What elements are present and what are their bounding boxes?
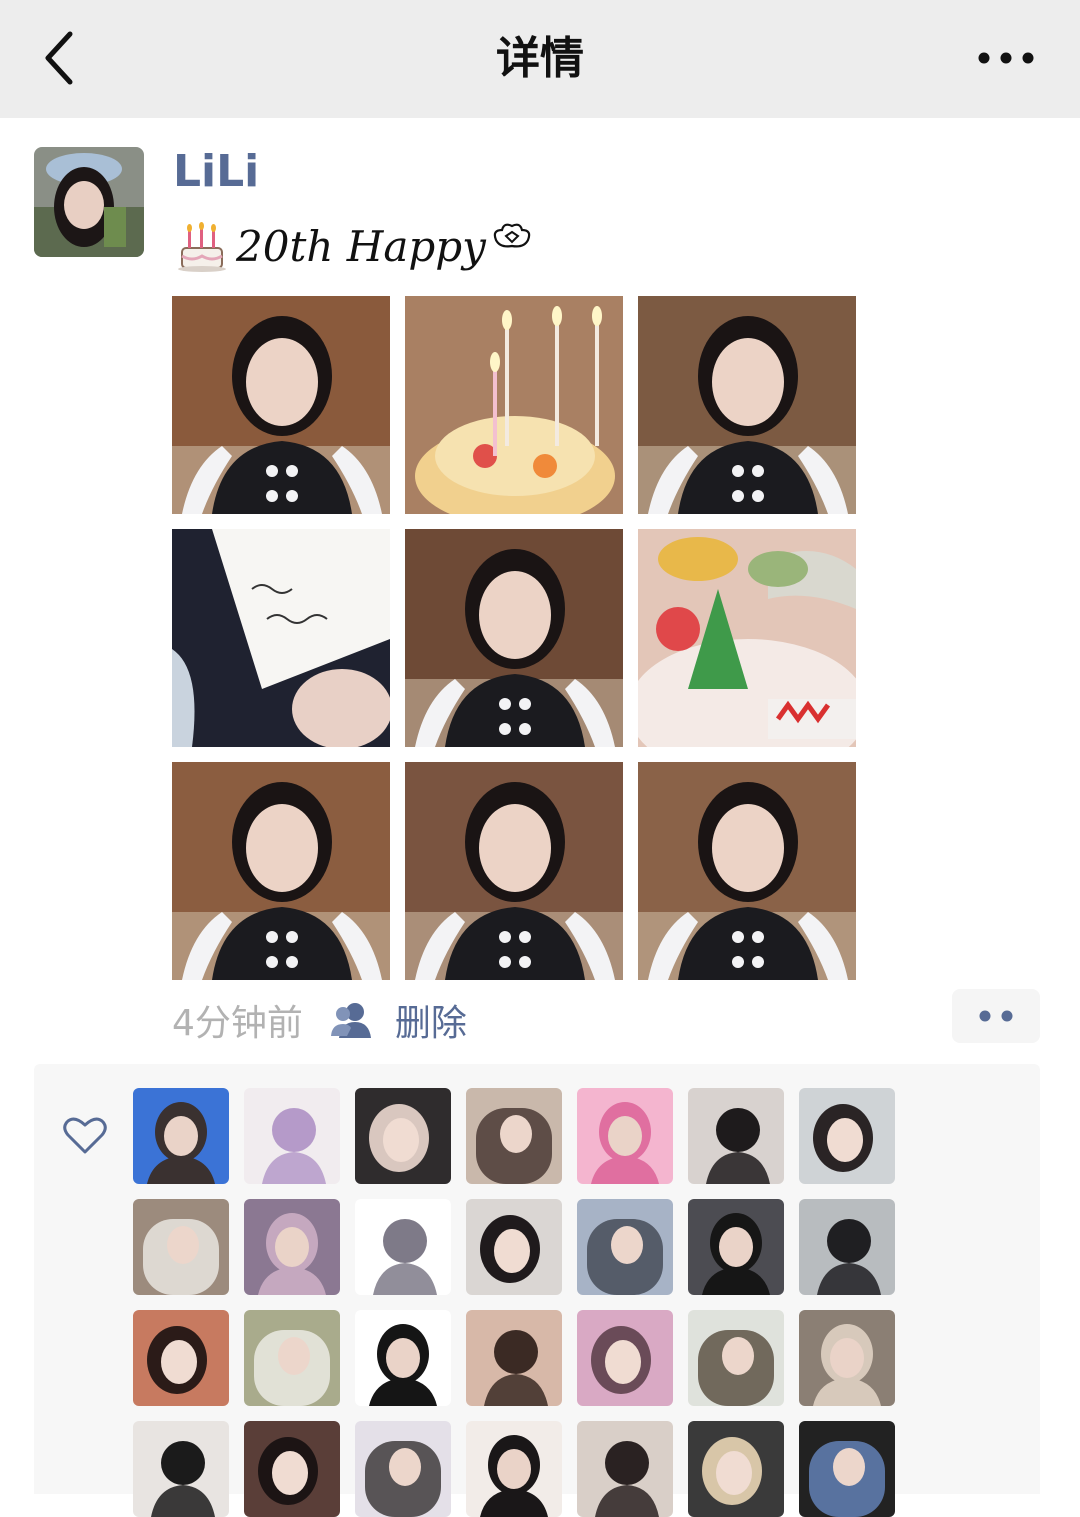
author-avatar[interactable] (34, 147, 144, 257)
liker-avatar[interactable] (688, 1421, 784, 1517)
top-nav-bar: 详情 (0, 0, 1080, 118)
liker-avatar-image (244, 1310, 340, 1406)
likers-grid (133, 1088, 895, 1517)
liker-avatar-image (688, 1310, 784, 1406)
liker-avatar[interactable] (466, 1088, 562, 1184)
flower-outline-icon (493, 223, 531, 248)
photo-handwritten-card-image (172, 529, 390, 747)
post-caption: 20th Happy (174, 215, 534, 277)
chevron-left-icon (45, 31, 73, 85)
liker-avatar-image (355, 1421, 451, 1517)
liker-avatar-image (577, 1310, 673, 1406)
liker-avatar-image (577, 1199, 673, 1295)
like-comment-button[interactable] (952, 989, 1040, 1043)
liker-avatar-image (799, 1310, 895, 1406)
liker-avatar[interactable] (133, 1088, 229, 1184)
liker-avatar[interactable] (466, 1310, 562, 1406)
friends-icon[interactable] (329, 1000, 375, 1040)
heart-outline-icon (63, 1117, 107, 1154)
photo-girl-with-cake-topper-image (638, 296, 856, 514)
photo-girl-smiling-waving[interactable] (405, 529, 623, 747)
post-meta-row: 4分钟前 删除 (172, 990, 467, 1050)
photo-girl-with-cake-topper[interactable] (638, 296, 856, 514)
liker-avatar[interactable] (133, 1199, 229, 1295)
liker-avatar-image (688, 1199, 784, 1295)
liker-avatar[interactable] (244, 1421, 340, 1517)
liker-avatar-image (799, 1088, 895, 1184)
liker-avatar[interactable] (244, 1310, 340, 1406)
photo-girl-hand-to-face[interactable] (172, 762, 390, 980)
liker-avatar[interactable] (577, 1421, 673, 1517)
author-name[interactable]: LiLi (173, 146, 259, 197)
back-button[interactable] (36, 28, 86, 88)
liker-avatar[interactable] (133, 1421, 229, 1517)
photo-girl-smiling-waving-image (405, 529, 623, 747)
post-time: 4分钟前 (172, 1003, 303, 1044)
liker-avatar-image (133, 1421, 229, 1517)
liker-avatar-image (577, 1421, 673, 1517)
liker-avatar[interactable] (355, 1088, 451, 1184)
more-dots-icon (978, 52, 1034, 64)
birthday-cake-icon (178, 222, 226, 272)
photo-girl-hand-to-face-image (172, 762, 390, 980)
liker-avatar[interactable] (688, 1199, 784, 1295)
photo-handwritten-card[interactable] (172, 529, 390, 747)
likes-panel (34, 1064, 1040, 1517)
liker-avatar-image (688, 1088, 784, 1184)
liker-avatar-image (133, 1310, 229, 1406)
liker-avatar[interactable] (244, 1088, 340, 1184)
photo-girl-behind-cake[interactable] (638, 762, 856, 980)
liker-avatar-image (244, 1421, 340, 1517)
liker-avatar-image (466, 1088, 562, 1184)
liker-avatar[interactable] (355, 1421, 451, 1517)
liker-avatar[interactable] (799, 1310, 895, 1406)
liker-avatar-image (466, 1199, 562, 1295)
liker-avatar-image (466, 1421, 562, 1517)
liker-avatar-image (799, 1421, 895, 1517)
liker-avatar-image (355, 1088, 451, 1184)
two-dots-icon (979, 1010, 1013, 1022)
liker-avatar[interactable] (799, 1088, 895, 1184)
liker-avatar-image (355, 1310, 451, 1406)
liker-avatar-image (688, 1421, 784, 1517)
delete-button[interactable]: 删除 (395, 994, 467, 1046)
liker-avatar[interactable] (799, 1421, 895, 1517)
photo-girl-eyes-down-image (405, 762, 623, 980)
photo-girl-hands-raised[interactable] (172, 296, 390, 514)
more-button[interactable] (976, 44, 1036, 72)
caption-text: 20th Happy (236, 221, 486, 271)
liker-avatar[interactable] (577, 1199, 673, 1295)
liker-avatar[interactable] (466, 1199, 562, 1295)
liker-avatar-image (133, 1088, 229, 1184)
liker-avatar[interactable] (133, 1310, 229, 1406)
liker-avatar-image (466, 1310, 562, 1406)
page-title: 详情 (496, 33, 584, 84)
liker-avatar-image (355, 1199, 451, 1295)
liker-avatar[interactable] (799, 1199, 895, 1295)
photo-birthday-cake-candles-image (405, 296, 623, 514)
liker-avatar-image (799, 1199, 895, 1295)
liker-avatar[interactable] (355, 1310, 451, 1406)
photo-grid (172, 296, 856, 980)
photo-girl-behind-cake-image (638, 762, 856, 980)
liker-avatar[interactable] (688, 1310, 784, 1406)
liker-avatar-image (133, 1199, 229, 1295)
photo-christmas-cake-closeup[interactable] (638, 529, 856, 747)
liker-avatar-image (244, 1088, 340, 1184)
photo-birthday-cake-candles[interactable] (405, 296, 623, 514)
photo-girl-eyes-down[interactable] (405, 762, 623, 980)
liker-avatar[interactable] (355, 1199, 451, 1295)
photo-girl-hands-raised-image (172, 296, 390, 514)
liker-avatar[interactable] (244, 1199, 340, 1295)
liker-avatar[interactable] (577, 1310, 673, 1406)
liker-avatar[interactable] (688, 1088, 784, 1184)
avatar-image (34, 147, 144, 257)
liker-avatar-image (244, 1199, 340, 1295)
liker-avatar-image (577, 1088, 673, 1184)
liker-avatar[interactable] (466, 1421, 562, 1517)
liker-avatar[interactable] (577, 1088, 673, 1184)
photo-christmas-cake-closeup-image (638, 529, 856, 747)
